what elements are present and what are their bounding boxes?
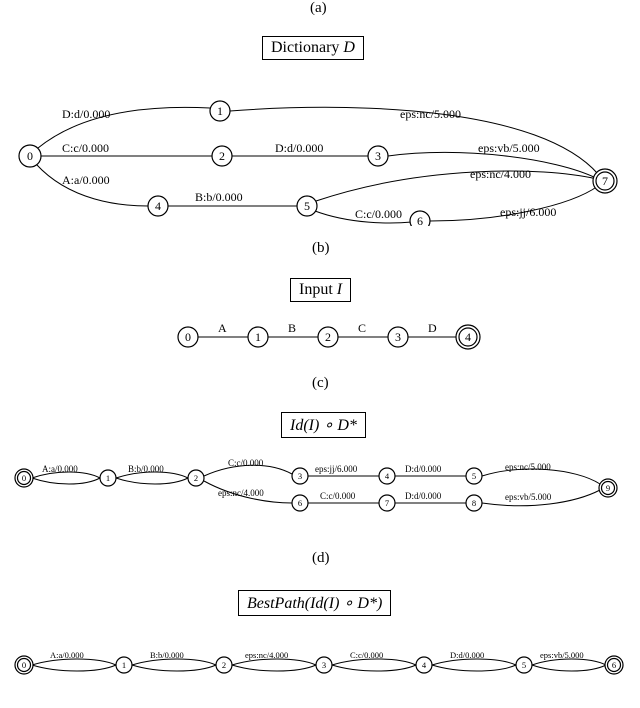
fig-d-label: (d) [312,550,330,567]
edge-b-17-label: eps:nc/5.000 [400,107,461,121]
edge-e-12-b [132,665,216,671]
graph-e: A:a/0.000 B:b/0.000 eps:nc/4.000 C:c/0.0… [0,640,640,690]
edge-d-89-label: eps:vb/5.000 [505,492,552,502]
node-e-1-label: 1 [122,660,126,670]
edge-d-23-label: C:c/0.000 [228,458,264,468]
edge-d-59-label: eps:nc/5.000 [505,462,551,472]
node-d-2-label: 2 [194,473,198,483]
edge-e-56-label: eps:vb/5.000 [540,650,584,660]
edge-d-45-label: D:d/0.000 [405,464,442,474]
node-b-6-label: 6 [417,214,423,226]
edge-e-23-b [232,665,316,671]
edge-d-34-label: eps:jj/6.000 [315,464,358,474]
edge-b-01-label: D:d/0.000 [62,107,110,121]
node-b-0-label: 0 [27,149,33,163]
node-d-5-label: 5 [472,471,476,481]
title-e-text: BestPath(Id(I) ∘ D*) [247,595,382,612]
title-b-prefix: Dictionary [271,39,343,56]
node-e-0-label: 0 [22,660,26,670]
node-d-3-label: 3 [298,471,302,481]
edge-c-01-label: A [218,321,227,335]
edge-d-01-b [32,478,100,484]
edge-c-23-label: C [358,321,366,335]
edge-d-12-label: B:b/0.000 [128,464,164,474]
edge-e-56-b [532,665,606,671]
node-b-4-label: 4 [155,199,161,213]
edge-e-23-label: eps:nc/4.000 [245,650,288,660]
edge-b-37-label: eps:vb/5.000 [478,141,540,155]
node-e-3-label: 3 [322,660,326,670]
node-b-7-label: 7 [602,174,608,188]
title-e-box: BestPath(Id(I) ∘ D*) [238,590,391,616]
node-c-4-label: 4 [465,330,471,344]
graph-d: A:a/0.000 B:b/0.000 C:c/0.000 eps:nc/4.0… [0,448,640,528]
title-c-box: Input I [290,278,351,302]
edge-e-45-label: D:d/0.000 [450,650,484,660]
edge-d-67-label: C:c/0.000 [320,491,356,501]
title-d-text: Id(I) ∘ D* [290,417,357,434]
edge-e-01-b [32,665,116,671]
edge-b-02-label: C:c/0.000 [62,141,109,155]
node-b-3-label: 3 [375,149,381,163]
edge-e-01-label: A:a/0.000 [50,650,84,660]
edge-d-01-label: A:a/0.000 [42,464,78,474]
edge-d-26-label: eps:nc/4.000 [218,488,264,498]
graph-c: A B C D 0 1 2 3 4 [0,312,640,362]
edge-b-67-label: eps:jj/6.000 [500,205,556,219]
node-c-2-label: 2 [325,330,331,344]
edge-b-04-label: A:a/0.000 [62,173,110,187]
title-c-prefix: Input [299,281,337,298]
node-e-5-label: 5 [522,660,526,670]
edge-e-34-b [332,665,416,671]
edge-d-78-label: D:d/0.000 [405,491,442,501]
node-b-2-label: 2 [219,149,225,163]
node-d-8-label: 8 [472,498,476,508]
title-b-box: Dictionary D [262,36,364,60]
edge-c-12-label: B [288,321,296,335]
node-d-9-label: 9 [606,483,610,493]
edge-c-34-label: D [428,321,437,335]
fig-c-label: (c) [312,375,329,392]
title-b-var: D [343,39,355,56]
node-c-0-label: 0 [185,330,191,344]
node-d-0-label: 0 [22,473,26,483]
graph-b: D:d/0.000 C:c/0.000 A:a/0.000 eps:nc/5.0… [0,66,640,226]
node-b-1-label: 1 [217,104,223,118]
edge-e-12-label: B:b/0.000 [150,650,184,660]
node-c-1-label: 1 [255,330,261,344]
title-c-var: I [337,281,342,298]
node-b-5-label: 5 [304,199,310,213]
edge-b-45-label: B:b/0.000 [195,190,243,204]
edge-b-56-label: C:c/0.000 [355,207,402,221]
node-d-6-label: 6 [298,498,302,508]
edge-d-12-b [116,478,188,484]
fig-a-label: (a) [310,0,327,17]
fig-b-label: (b) [312,240,330,257]
node-d-7-label: 7 [385,498,389,508]
title-d-box: Id(I) ∘ D* [281,412,366,438]
node-d-1-label: 1 [106,473,110,483]
edge-b-23-label: D:d/0.000 [275,141,323,155]
edge-b-57 [316,171,597,201]
edge-e-34-label: C:c/0.000 [350,650,383,660]
node-e-2-label: 2 [222,660,226,670]
node-c-3-label: 3 [395,330,401,344]
edge-b-57-label: eps:nc/4.000 [470,167,531,181]
edge-e-45-b [432,665,516,671]
node-e-6-label: 6 [612,660,616,670]
